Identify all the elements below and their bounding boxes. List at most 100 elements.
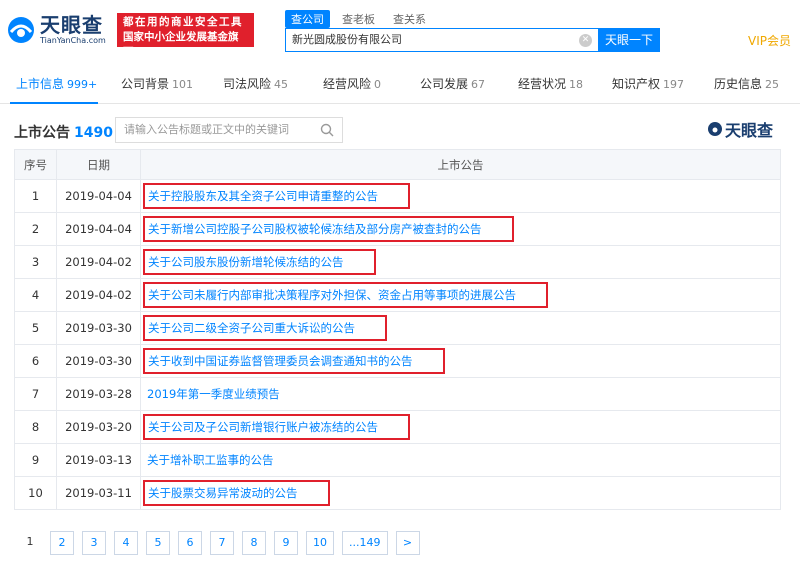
table-row: 10 2019-03-11 关于股票交易异常波动的公告 [14,476,781,510]
nav-tab-label: 历史信息 [714,77,763,91]
eye-logo-icon [6,15,36,45]
page-button[interactable]: 6 [178,531,202,555]
page-button[interactable]: 7 [210,531,234,555]
col-header-index: 序号 [14,149,57,180]
eye-logo-icon [708,122,722,136]
row-date: 2019-04-04 [56,179,141,213]
section-count: 1490 [74,125,113,141]
nav-tab-listing-info[interactable]: 上市信息 999+ [16,75,97,92]
tab-search-company[interactable]: 查公司 [285,10,330,28]
table-row: 9 2019-03-13 关于增补职工监事的公告 [14,443,781,477]
announcement-link[interactable]: 关于增补职工监事的公告 [147,453,274,467]
nav-tab-count: 18 [569,78,584,91]
slogan-line2: 国家中小企业发展基金旗下 [123,31,239,58]
page-button[interactable]: 5 [146,531,170,555]
category-nav: 上市信息 999+ 公司背景 101 司法风险 45 经营风险 0 公司发展 67 经营状… [0,62,800,104]
nav-tab-history[interactable]: 历史信息 25 [714,75,779,92]
nav-tab-label: 司法风险 [223,77,272,91]
nav-tab-label: 知识产权 [612,77,661,91]
row-title-cell: 关于控股股东及其全资子公司申请重整的公告 [140,179,781,213]
table-row: 8 2019-03-20 关于公司及子公司新增银行账户被冻结的公告 [14,410,781,444]
table-row: 6 2019-03-30 关于收到中国证券监督管理委员会调查通知书的公告 [14,344,781,378]
announcement-link[interactable]: 关于公司二级全资子公司重大诉讼的公告 [143,315,387,341]
search-input-value: 新光圆成股份有限公司 [292,33,402,46]
nav-tab-count: 101 [172,78,194,91]
page-button[interactable]: 10 [306,531,334,555]
nav-tab-count: 197 [663,78,685,91]
row-title-cell: 关于股票交易异常波动的公告 [140,476,781,510]
row-title-cell: 关于公司及子公司新增银行账户被冻结的公告 [140,410,781,444]
table-row: 4 2019-04-02 关于公司未履行内部审批决策程序对外担保、资金占用等事项的进… [14,278,781,312]
vip-link[interactable]: VIP会员 [748,32,791,49]
pagination: 1 2 3 4 5 6 7 8 9 10 ...149 > [18,531,420,555]
nav-tab-business-risk[interactable]: 经营风险 0 [323,75,381,92]
nav-tab-ip[interactable]: 知识产权 197 [612,75,684,92]
row-date: 2019-03-30 [56,311,141,345]
row-index: 10 [14,476,57,510]
row-date: 2019-03-13 [56,443,141,477]
announcement-link[interactable]: 关于收到中国证券监督管理委员会调查通知书的公告 [143,348,445,374]
announcement-link[interactable]: 关于公司未履行内部审批决策程序对外担保、资金占用等事项的进展公告 [143,282,548,308]
nav-tab-count: 67 [471,78,486,91]
nav-tab-development[interactable]: 公司发展 67 [420,75,485,92]
row-title-cell: 关于新增公司控股子公司股权被轮候冻结及部分房产被查封的公告 [140,212,781,246]
section-title-text: 上市公告 [14,125,70,141]
row-title-cell: 关于公司未履行内部审批决策程序对外担保、资金占用等事项的进展公告 [140,278,781,312]
announcement-search-input[interactable]: 请输入公告标题或正文中的关键词 [115,117,343,143]
row-index: 5 [14,311,57,345]
clear-icon[interactable]: ✕ [579,34,592,47]
tab-search-boss[interactable]: 查老板 [336,10,381,28]
nav-tab-legal-risk[interactable]: 司法风险 45 [223,75,288,92]
table-row: 7 2019-03-28 2019年第一季度业绩预告 [14,377,781,411]
search-button[interactable]: 天眼一下 [598,28,660,52]
announcement-link[interactable]: 关于公司及子公司新增银行账户被冻结的公告 [143,414,410,440]
row-date: 2019-04-02 [56,245,141,279]
page-next-button[interactable]: > [395,531,420,555]
nav-tab-label: 经营风险 [323,77,372,91]
nav-tab-background[interactable]: 公司背景 101 [121,75,193,92]
page-button[interactable]: 4 [114,531,138,555]
row-title-cell: 关于增补职工监事的公告 [140,443,781,477]
slogan-banner: 都在用的商业安全工具 国家中小企业发展基金旗下 [117,13,254,58]
announcement-link[interactable]: 关于股票交易异常波动的公告 [143,480,330,506]
page-current: 1 [26,535,34,548]
row-index: 7 [14,377,57,411]
col-header-date: 日期 [56,149,141,180]
page-button[interactable]: ...149 [342,531,388,555]
section-title: 上市公告 1490 [14,122,113,142]
nav-tab-label: 公司发展 [420,77,469,91]
slogan-line1: 都在用的商业安全工具 [123,16,243,28]
announcement-link[interactable]: 关于控股股东及其全资子公司申请重整的公告 [143,183,410,209]
nav-tab-label: 公司背景 [121,77,170,91]
logo-en-text: TianYanCha.com [40,36,106,45]
nav-tab-label: 上市信息 [16,77,65,91]
logo-cn-text: 天眼查 [40,13,103,37]
nav-tab-count: 999+ [67,78,98,91]
tab-search-relation[interactable]: 查关系 [387,10,432,28]
page-button[interactable]: 8 [242,531,266,555]
announcement-link[interactable]: 关于新增公司控股子公司股权被轮候冻结及部分房产被查封的公告 [143,216,514,242]
table-row: 1 2019-04-04 关于控股股东及其全资子公司申请重整的公告 [14,179,781,213]
row-index: 3 [14,245,57,279]
row-date: 2019-04-04 [56,212,141,246]
row-index: 6 [14,344,57,378]
site-logo[interactable]: 天眼查 TianYanCha.com [6,10,106,50]
page-button[interactable]: 2 [50,531,74,555]
row-date: 2019-04-02 [56,278,141,312]
active-tab-underline [10,102,98,104]
search-icon[interactable] [320,123,334,137]
nav-tab-count: 0 [374,78,382,91]
page-button[interactable]: 9 [274,531,298,555]
announcement-link[interactable]: 关于公司股东股份新增轮候冻结的公告 [143,249,376,275]
col-header-title: 上市公告 [140,149,781,180]
search-input[interactable]: 新光圆成股份有限公司 ✕ [285,28,598,52]
row-date: 2019-03-28 [56,377,141,411]
nav-tab-label: 经营状况 [518,77,567,91]
search-type-tabs: 查公司 查老板 查关系 [285,10,432,28]
page-button[interactable]: 3 [82,531,106,555]
row-title-cell: 2019年第一季度业绩预告 [140,377,781,411]
announcement-link[interactable]: 2019年第一季度业绩预告 [147,387,280,401]
nav-tab-count: 25 [765,78,780,91]
nav-tab-operations[interactable]: 经营状况 18 [518,75,583,92]
table-header-row: 序号 日期 上市公告 [14,149,781,180]
